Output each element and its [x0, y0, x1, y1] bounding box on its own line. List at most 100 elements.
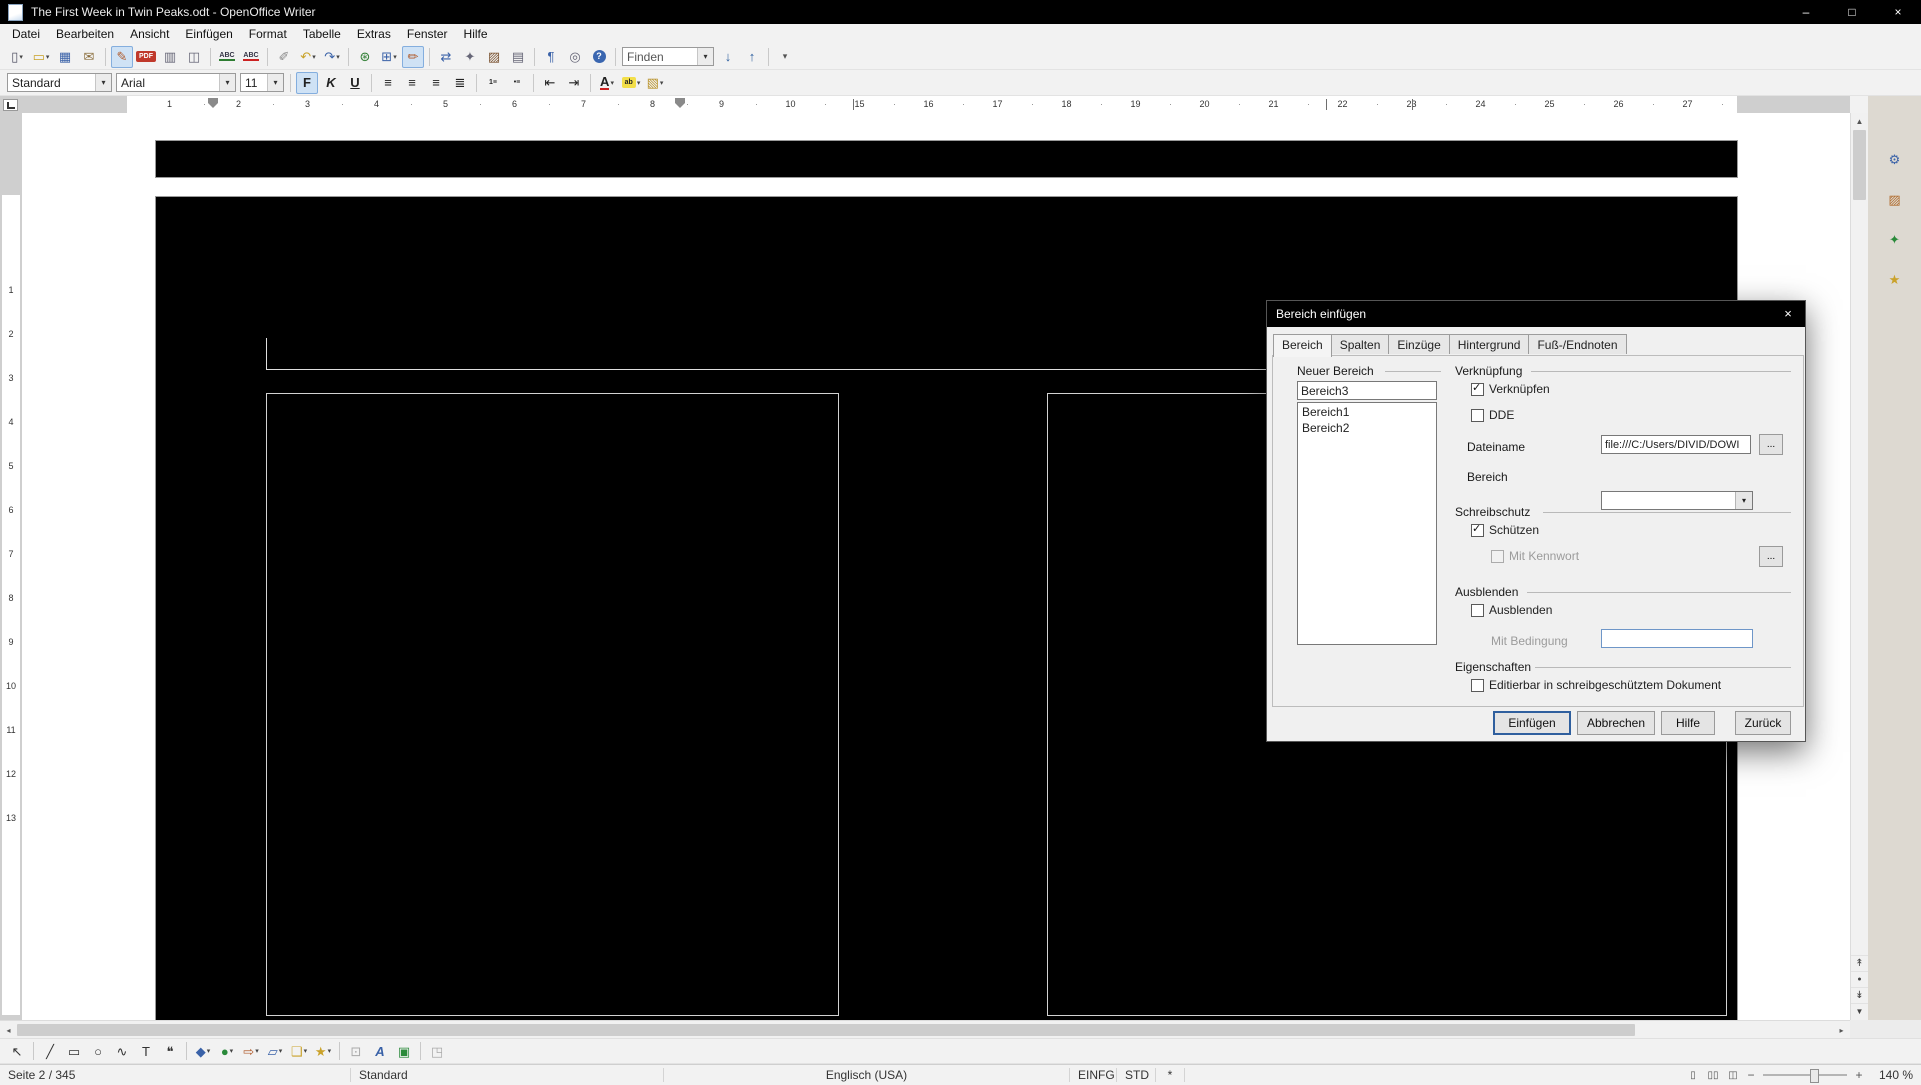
status-language[interactable]: Englisch (USA) — [664, 1068, 1069, 1082]
bullet-list-button[interactable]: •≡ — [506, 72, 528, 94]
status-page-style[interactable]: Standard — [351, 1068, 663, 1082]
justify-button[interactable]: ≣ — [449, 72, 471, 94]
find-previous-button[interactable]: ↑ — [741, 46, 763, 68]
align-center-button[interactable]: ≡ — [401, 72, 423, 94]
italic-button[interactable]: K — [320, 72, 342, 94]
protect-checkbox[interactable]: Schützen — [1471, 523, 1539, 537]
tab-bereich[interactable]: Bereich — [1273, 334, 1332, 357]
zoom-slider[interactable] — [1763, 1068, 1847, 1082]
paragraph-style-select[interactable]: Standard ▾ — [7, 73, 112, 92]
edit-file-button[interactable]: ✎ — [111, 46, 133, 68]
link-checkbox[interactable]: Verknüpfen — [1471, 382, 1550, 396]
filename-browse-button[interactable]: ... — [1759, 434, 1783, 455]
menu-tabelle[interactable]: Tabelle — [295, 24, 349, 44]
align-left-button[interactable]: ≡ — [377, 72, 399, 94]
hyperlink-button[interactable]: ⊛ — [354, 46, 376, 68]
tab-hintergrund[interactable]: Hintergrund — [1449, 334, 1530, 354]
section-list-item[interactable]: Bereich2 — [1298, 420, 1436, 436]
sidebar-gallery[interactable]: ▨ — [1878, 184, 1912, 214]
vertical-ruler[interactable]: 12345678910111213 — [0, 113, 22, 1020]
underline-button[interactable]: U — [344, 72, 366, 94]
close-button[interactable]: × — [1875, 0, 1921, 24]
ellipse-tool[interactable]: ○ — [87, 1040, 109, 1062]
scroll-left-icon[interactable]: ◂ — [0, 1022, 17, 1038]
align-right-button[interactable]: ≡ — [425, 72, 447, 94]
gallery-button[interactable]: ▨ — [483, 46, 505, 68]
status-selection-mode[interactable]: STD — [1117, 1068, 1155, 1082]
zoom-out-button[interactable]: − — [1743, 1068, 1759, 1082]
new-section-input[interactable]: Bereich3 — [1297, 381, 1437, 400]
status-modified-flag[interactable]: * — [1156, 1068, 1184, 1082]
find-input[interactable]: Finden ▾ — [622, 47, 714, 66]
zoom-in-button[interactable]: + — [1851, 1068, 1867, 1082]
symbol-shapes-tool[interactable]: ●▾ — [216, 1040, 238, 1062]
page-1-bottom[interactable] — [155, 140, 1738, 178]
font-color-button[interactable]: A▾ — [596, 72, 618, 94]
insert-table-button[interactable]: ⊞▾ — [378, 46, 400, 68]
section-combobox[interactable]: ▾ — [1601, 491, 1753, 510]
tab-stop-selector[interactable] — [3, 99, 18, 111]
open-button[interactable]: ▭▾ — [30, 46, 52, 68]
insert-picture-button[interactable]: ▣ — [393, 1040, 415, 1062]
font-size-dropdown-icon[interactable]: ▾ — [267, 74, 283, 91]
horizontal-scrollbar[interactable]: ◂ ▸ — [0, 1020, 1850, 1038]
save-button[interactable]: ▦ — [54, 46, 76, 68]
navigation-button[interactable]: ● — [1851, 971, 1868, 988]
tab-fuss-endnoten[interactable]: Fuß-/Endnoten — [1528, 334, 1626, 354]
hide-checkbox[interactable]: Ausblenden — [1471, 603, 1552, 617]
menu-fenster[interactable]: Fenster — [399, 24, 456, 44]
indent-marker[interactable] — [208, 98, 218, 103]
block-arrows-tool[interactable]: ⇨▾ — [240, 1040, 262, 1062]
menu-ansicht[interactable]: Ansicht — [122, 24, 177, 44]
edit-points-button[interactable]: ⊡ — [345, 1040, 367, 1062]
editable-checkbox[interactable]: Editierbar in schreibgeschütztem Dokumen… — [1471, 678, 1721, 692]
margin-marker[interactable] — [1412, 99, 1413, 110]
paragraph-style-dropdown-icon[interactable]: ▾ — [95, 74, 111, 91]
horizontal-scrollbar-thumb[interactable] — [17, 1024, 1635, 1036]
rectangle-tool[interactable]: ▭ — [63, 1040, 85, 1062]
find-dropdown-icon[interactable]: ▾ — [697, 48, 713, 65]
multi-page-view-button[interactable]: ▯▯ — [1703, 1070, 1723, 1081]
callout-tool[interactable]: ❝ — [159, 1040, 181, 1062]
text-box-tool[interactable]: T — [135, 1040, 157, 1062]
help-button[interactable]: ? — [588, 46, 610, 68]
export-pdf-button[interactable]: PDF — [135, 46, 157, 68]
basic-shapes-tool[interactable]: ◆▾ — [192, 1040, 214, 1062]
formatting-marks-button[interactable]: ¶ — [540, 46, 562, 68]
back-button[interactable]: Zurück — [1735, 711, 1791, 735]
column-boundary-marker[interactable] — [1326, 99, 1327, 110]
draw-functions-button[interactable]: ✏ — [402, 46, 424, 68]
tab-einzuege[interactable]: Einzüge — [1388, 334, 1449, 354]
find-replace-button[interactable]: ⇄ — [435, 46, 457, 68]
new-document-button[interactable]: ▯▾ — [6, 46, 28, 68]
toolbar-overflow-button[interactable]: ▾ — [774, 46, 796, 68]
condition-input[interactable] — [1601, 629, 1753, 648]
filename-input[interactable]: file:///C:/Users/DIVID/DOWI — [1601, 435, 1751, 454]
line-tool[interactable]: ╱ — [39, 1040, 61, 1062]
menu-bearbeiten[interactable]: Bearbeiten — [48, 24, 122, 44]
callouts-tool[interactable]: ❑▾ — [288, 1040, 310, 1062]
data-sources-button[interactable]: ▤ — [507, 46, 529, 68]
tab-spalten[interactable]: Spalten — [1331, 334, 1390, 354]
font-size-select[interactable]: 11 ▾ — [240, 73, 284, 92]
print-button[interactable]: ▥ — [159, 46, 181, 68]
font-name-select[interactable]: Arial ▾ — [116, 73, 236, 92]
previous-page-button[interactable]: ↟ — [1851, 955, 1868, 972]
status-zoom-value[interactable]: 140 % — [1867, 1068, 1921, 1082]
spellcheck-button[interactable]: ABC — [216, 46, 238, 68]
format-paintbrush-button[interactable]: ✐ — [273, 46, 295, 68]
autospellcheck-button[interactable]: ABC — [240, 46, 262, 68]
password-browse-button[interactable]: ... — [1759, 546, 1783, 567]
text-frame-left[interactable] — [266, 393, 839, 1016]
extrusion-button[interactable]: ◳ — [426, 1040, 448, 1062]
background-color-button[interactable]: ▧▾ — [644, 72, 666, 94]
cancel-button[interactable]: Abbrechen — [1577, 711, 1655, 735]
menu-datei[interactable]: Datei — [4, 24, 48, 44]
section-list[interactable]: Bereich1Bereich2 — [1297, 402, 1437, 645]
minimize-button[interactable]: – — [1783, 0, 1829, 24]
bold-button[interactable]: F — [296, 72, 318, 94]
sidebar-properties[interactable]: ⚙ — [1878, 144, 1912, 174]
horizontal-ruler[interactable]: 1234567891015161718192021222324252627 — [0, 96, 1850, 113]
menu-hilfe[interactable]: Hilfe — [456, 24, 496, 44]
dde-checkbox[interactable]: DDE — [1471, 408, 1514, 422]
